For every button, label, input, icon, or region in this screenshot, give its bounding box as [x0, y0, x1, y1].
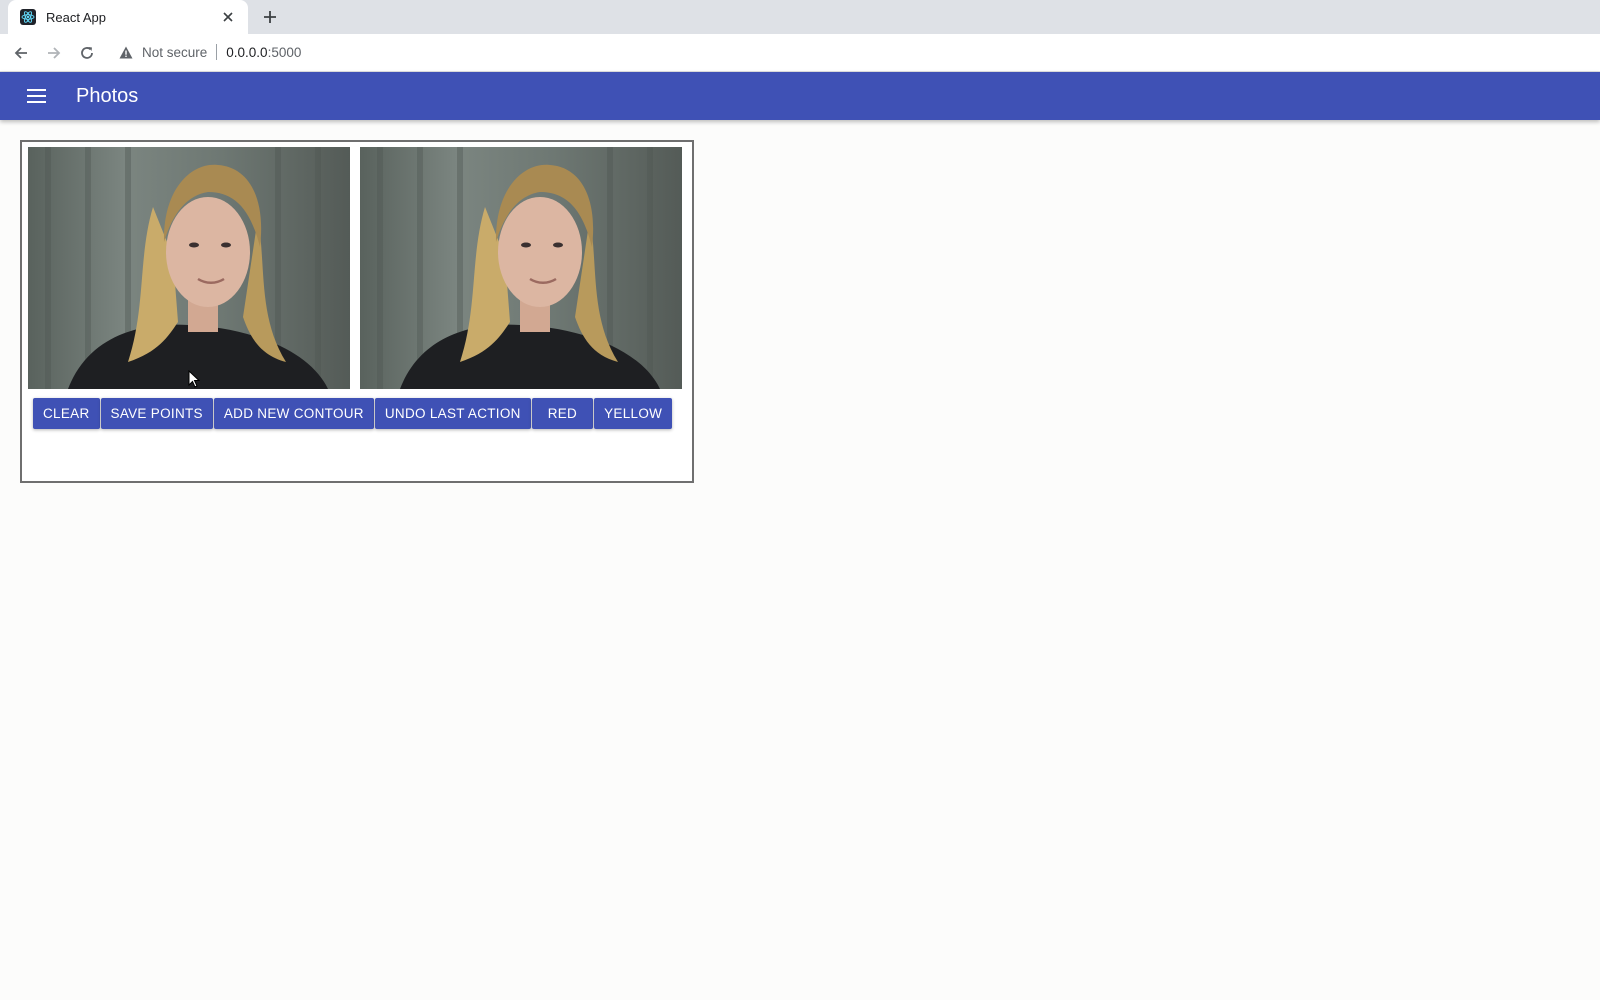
- browser-toolbar: Not secure 0.0.0.0:5000: [0, 34, 1600, 72]
- yellow-button[interactable]: YELLOW: [594, 398, 673, 429]
- react-icon: [20, 9, 36, 25]
- mouse-cursor-icon: [188, 369, 201, 388]
- action-buttons: CLEAR SAVE POINTS ADD NEW CONTOUR UNDO L…: [33, 398, 673, 429]
- address-bar[interactable]: Not secure 0.0.0.0:5000: [110, 37, 1595, 67]
- hamburger-menu-icon[interactable]: [16, 76, 56, 116]
- undo-last-action-button[interactable]: UNDO LAST ACTION: [374, 398, 531, 429]
- arrow-left-icon[interactable]: [9, 41, 33, 65]
- app-bar: Photos: [0, 72, 1600, 120]
- add-new-contour-button[interactable]: ADD NEW CONTOUR: [213, 398, 374, 429]
- red-button[interactable]: RED: [531, 398, 594, 429]
- save-points-button[interactable]: SAVE POINTS: [100, 398, 213, 429]
- warning-icon[interactable]: [118, 44, 134, 60]
- photo-panel: CLEAR SAVE POINTS ADD NEW CONTOUR UNDO L…: [20, 140, 694, 483]
- browser-tabstrip: React App: [0, 0, 1600, 34]
- page-title: Photos: [76, 84, 139, 107]
- tab-title: React App: [46, 9, 106, 25]
- arrow-right-icon[interactable]: [42, 41, 66, 65]
- url-port: :5000: [267, 44, 302, 60]
- photo-left[interactable]: [28, 147, 350, 389]
- security-label: Not secure: [142, 44, 208, 60]
- plus-icon[interactable]: [258, 5, 282, 29]
- browser-tab[interactable]: React App: [8, 0, 248, 34]
- divider: [216, 44, 218, 60]
- url-host: 0.0.0.0: [226, 44, 268, 60]
- reload-icon[interactable]: [75, 41, 99, 65]
- close-icon[interactable]: [220, 9, 236, 25]
- photo-right[interactable]: [360, 147, 682, 389]
- clear-button[interactable]: CLEAR: [33, 398, 100, 429]
